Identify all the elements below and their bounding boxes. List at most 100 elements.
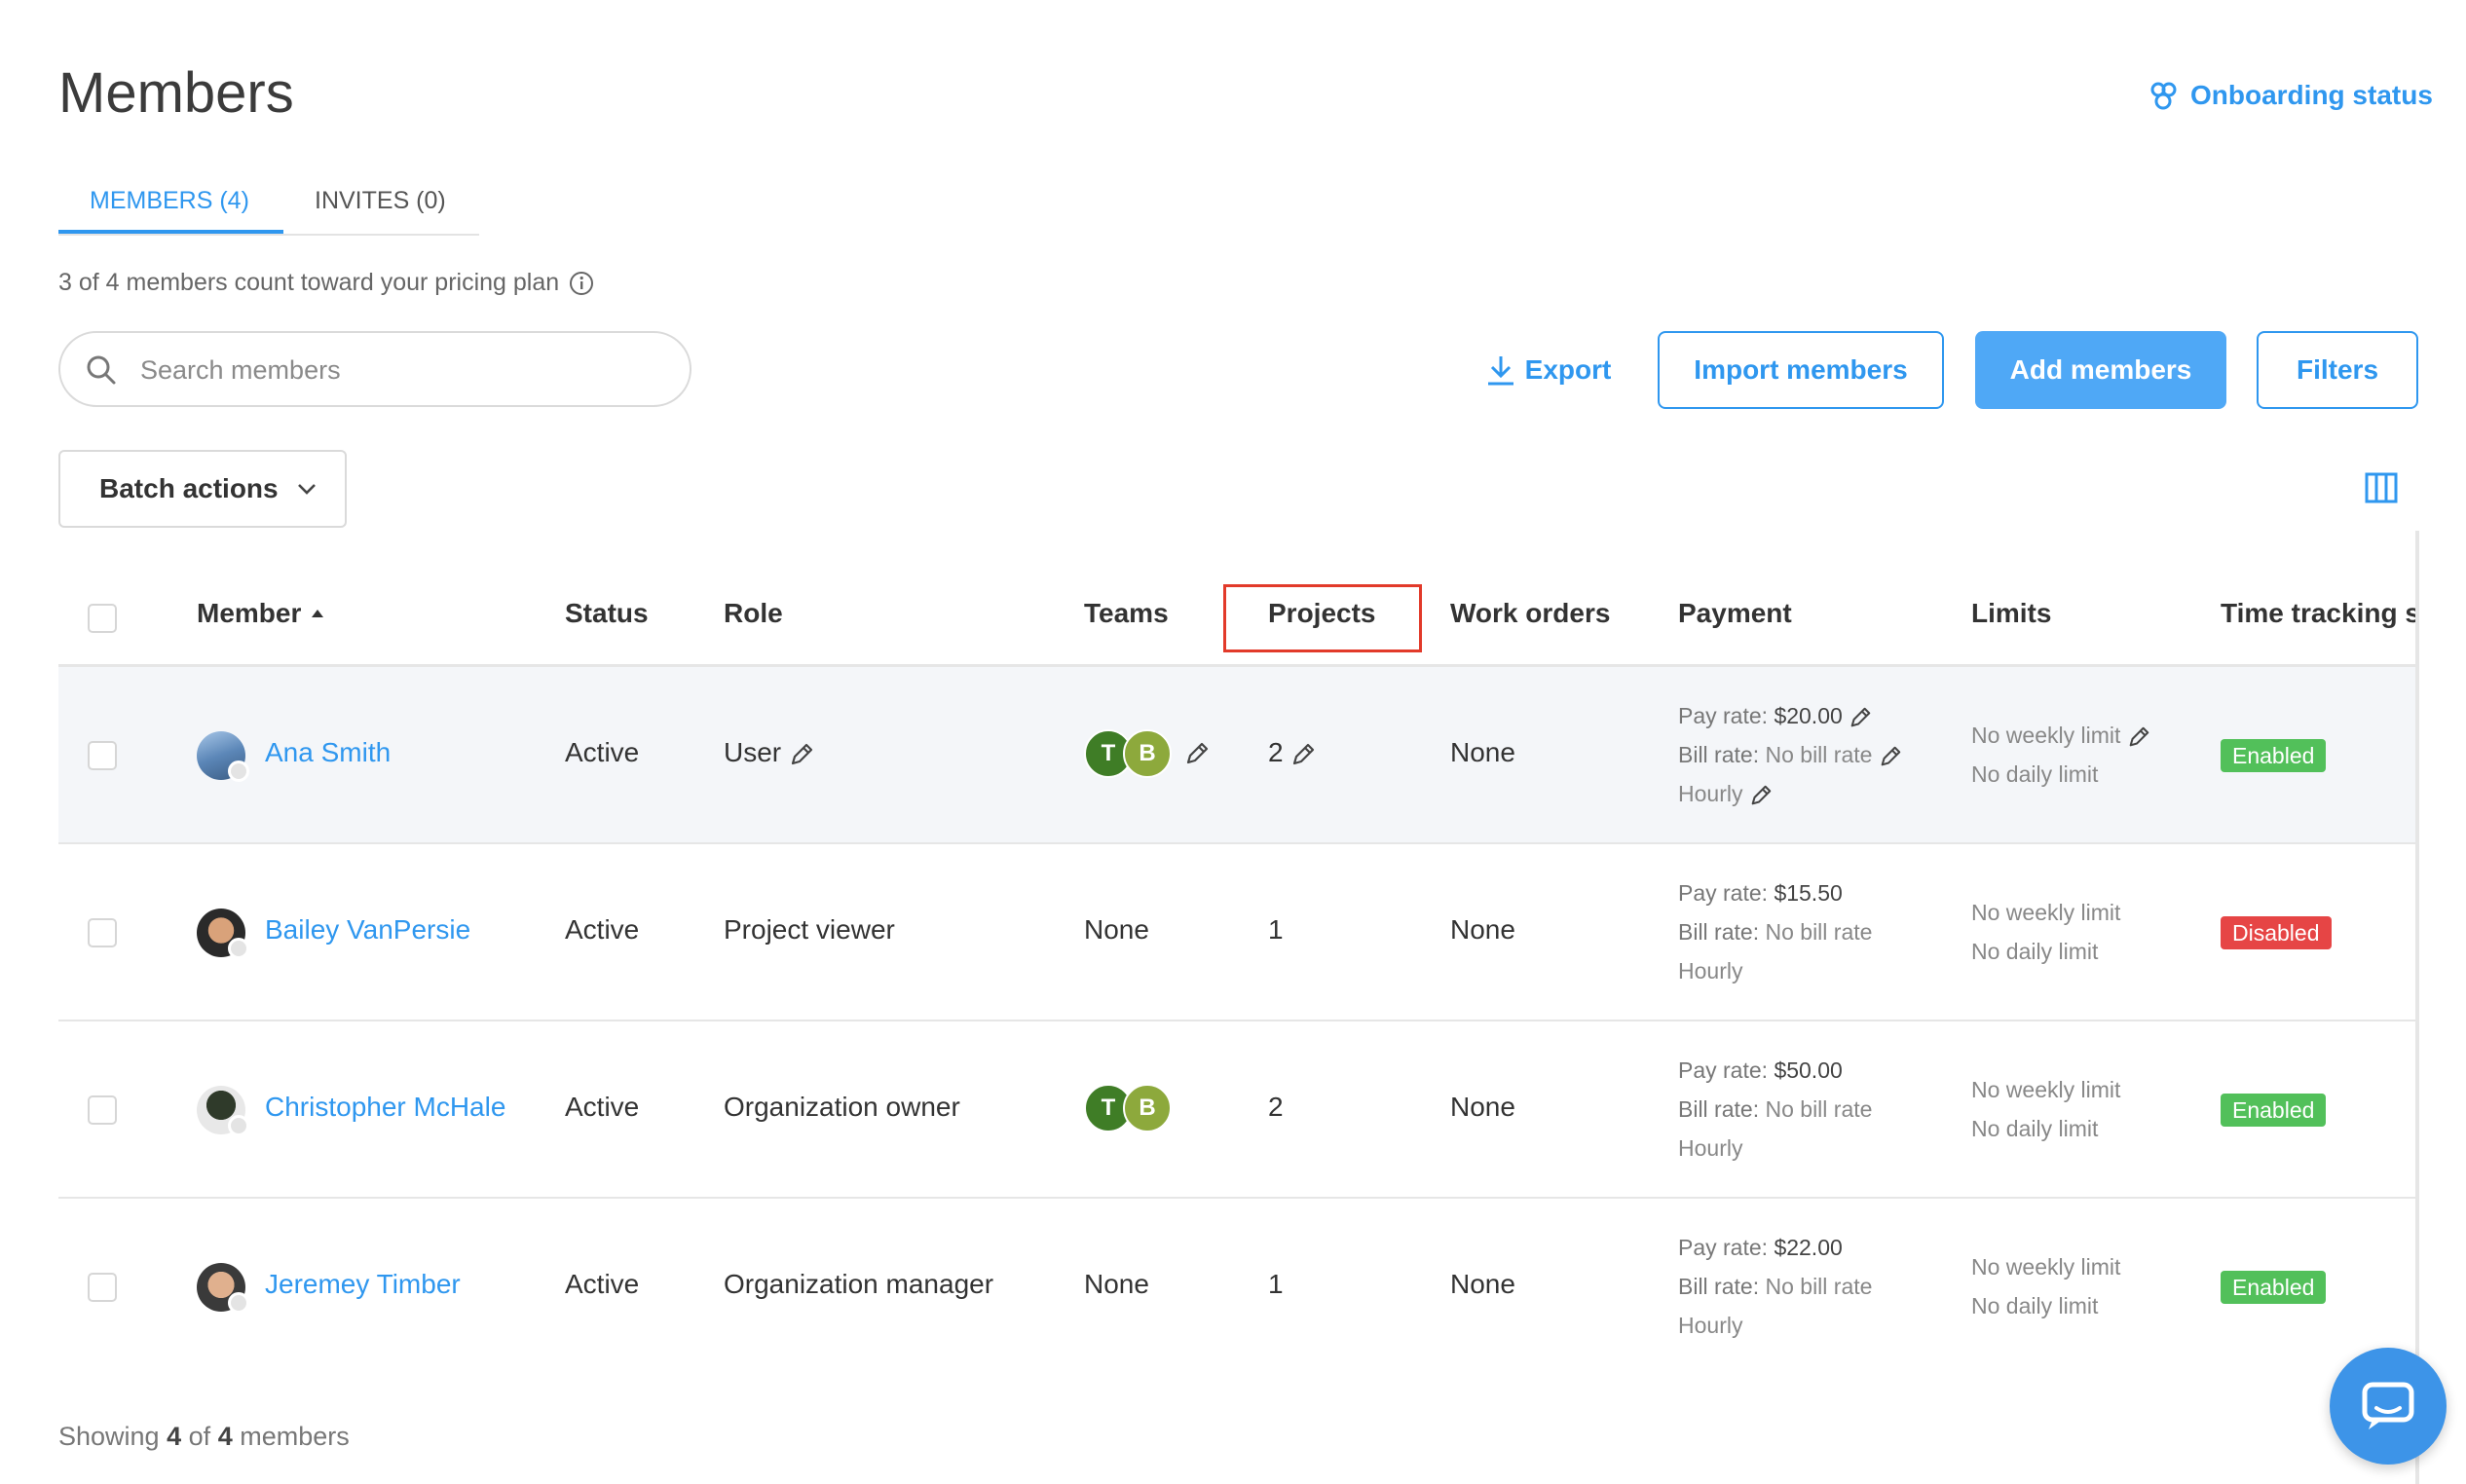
member-role: Organization owner xyxy=(724,1092,960,1122)
member-name-link[interactable]: Ana Smith xyxy=(265,737,391,768)
edit-teams-pencil-icon[interactable] xyxy=(1184,741,1210,766)
sort-asc-icon xyxy=(312,610,324,617)
pay-type: Hourly xyxy=(1678,1313,1743,1338)
pay-rate-value: $20.00 xyxy=(1774,703,1843,728)
member-status: Active xyxy=(565,1269,640,1299)
row-checkbox[interactable] xyxy=(88,741,117,770)
edit-pay-type-pencil-icon[interactable] xyxy=(1749,784,1773,807)
batch-actions-label: Batch actions xyxy=(99,473,279,503)
tabs: MEMBERS (4) INVITES (0) xyxy=(58,179,479,236)
member-limits: No weekly limit No daily limit xyxy=(1971,716,2150,794)
presence-dot xyxy=(228,761,249,782)
daily-limit: No daily limit xyxy=(1971,939,2099,964)
projects-count: 1 xyxy=(1268,914,1284,945)
export-button[interactable]: Export xyxy=(1480,331,1617,409)
tab-members[interactable]: MEMBERS (4) xyxy=(90,187,249,215)
member-teams: None xyxy=(1084,1269,1149,1299)
pay-type: Hourly xyxy=(1678,781,1743,806)
weekly-limit: No weekly limit xyxy=(1971,900,2121,925)
member-name-link[interactable]: Christopher McHale xyxy=(265,1092,505,1123)
info-icon[interactable] xyxy=(569,271,594,296)
projects-count: 2 xyxy=(1268,1092,1284,1122)
member-name-link[interactable]: Bailey VanPersie xyxy=(265,914,470,946)
pay-rate-value: $15.50 xyxy=(1774,880,1843,906)
member-limits: No weekly limit No daily limit xyxy=(1971,1070,2120,1148)
daily-limit: No daily limit xyxy=(1971,1116,2099,1141)
onboarding-status-link[interactable]: Onboarding status xyxy=(2148,76,2466,115)
table-row[interactable]: Jeremey Timber Active Organization manag… xyxy=(58,1199,2417,1376)
filters-button[interactable]: Filters xyxy=(2257,331,2418,409)
daily-limit: No daily limit xyxy=(1971,761,2099,787)
edit-limits-pencil-icon[interactable] xyxy=(2127,725,2150,749)
member-payment: Pay rate: $50.00 Bill rate: No bill rate… xyxy=(1678,1051,1872,1168)
chat-widget-button[interactable] xyxy=(2330,1348,2447,1465)
results-prefix: Showing xyxy=(58,1422,160,1451)
bill-rate-value: No bill rate xyxy=(1765,919,1873,945)
edit-role-pencil-icon[interactable] xyxy=(789,742,814,767)
pricing-plan-text: 3 of 4 members count toward your pricing… xyxy=(58,269,560,296)
results-total: 4 xyxy=(217,1422,233,1451)
team-avatar[interactable]: B xyxy=(1123,729,1172,778)
results-suffix: members xyxy=(240,1422,350,1451)
edit-pay-rate-pencil-icon[interactable] xyxy=(1849,706,1872,729)
member-status: Active xyxy=(565,914,640,945)
search-box xyxy=(58,331,691,407)
member-payment: Pay rate: $22.00 Bill rate: No bill rate… xyxy=(1678,1228,1872,1345)
column-header-limits: Limits xyxy=(1971,598,2052,628)
bill-rate-label: Bill rate: xyxy=(1678,1274,1760,1299)
table-scrollbar[interactable] xyxy=(2415,531,2419,1484)
tab-invites[interactable]: INVITES (0) xyxy=(315,187,446,215)
select-all-checkbox[interactable] xyxy=(88,604,117,633)
member-work-orders: None xyxy=(1450,737,1515,767)
row-checkbox[interactable] xyxy=(88,1273,117,1302)
table-row[interactable]: Bailey VanPersie Active Project viewer N… xyxy=(58,844,2417,1021)
chat-bubble-icon xyxy=(2362,1382,2414,1429)
avatar xyxy=(197,1086,249,1136)
bill-rate-label: Bill rate: xyxy=(1678,919,1760,945)
pay-type: Hourly xyxy=(1678,958,1743,983)
row-checkbox[interactable] xyxy=(88,1095,117,1125)
presence-dot xyxy=(228,1292,249,1314)
member-name-link[interactable]: Jeremey Timber xyxy=(265,1269,461,1300)
batch-actions-dropdown[interactable]: Batch actions xyxy=(58,450,347,528)
table-row[interactable]: Ana Smith Active User T B 2 None Pay rat… xyxy=(58,667,2417,844)
search-icon xyxy=(87,355,116,385)
pricing-plan-note: 3 of 4 members count toward your pricing… xyxy=(58,269,594,297)
import-members-button[interactable]: Import members xyxy=(1658,331,1944,409)
member-limits: No weekly limit No daily limit xyxy=(1971,1247,2120,1325)
edit-projects-pencil-icon[interactable] xyxy=(1290,742,1316,767)
pay-type: Hourly xyxy=(1678,1135,1743,1161)
pay-rate-label: Pay rate: xyxy=(1678,880,1769,906)
member-limits: No weekly limit No daily limit xyxy=(1971,893,2120,971)
add-members-button[interactable]: Add members xyxy=(1975,331,2226,409)
table-row[interactable]: Christopher McHale Active Organization o… xyxy=(58,1021,2417,1199)
team-avatar[interactable]: B xyxy=(1123,1084,1172,1132)
pay-rate-label: Pay rate: xyxy=(1678,703,1769,728)
projects-count: 2 xyxy=(1268,737,1284,767)
daily-limit: No daily limit xyxy=(1971,1293,2099,1318)
time-tracking-badge: Disabled xyxy=(2221,916,2332,949)
bill-rate-value: No bill rate xyxy=(1765,742,1873,767)
time-tracking-badge: Enabled xyxy=(2221,739,2327,772)
column-header-time-tracking: Time tracking st xyxy=(2221,598,2417,628)
presence-dot xyxy=(228,938,249,959)
chevron-down-icon xyxy=(297,484,316,495)
member-work-orders: None xyxy=(1450,1092,1515,1122)
column-header-work-orders: Work orders xyxy=(1450,598,1611,628)
edit-bill-rate-pencil-icon[interactable] xyxy=(1879,745,1902,768)
row-checkbox[interactable] xyxy=(88,918,117,947)
bill-rate-label: Bill rate: xyxy=(1678,742,1760,767)
column-header-member[interactable]: Member xyxy=(197,598,324,629)
columns-icon[interactable] xyxy=(2365,471,2398,504)
onboarding-status-label: Onboarding status xyxy=(2190,80,2433,110)
column-header-role: Role xyxy=(724,598,783,628)
search-input[interactable] xyxy=(138,347,668,393)
users-icon xyxy=(2150,82,2177,110)
column-header-member-label: Member xyxy=(197,598,302,628)
time-tracking-badge: Enabled xyxy=(2221,1271,2327,1304)
column-header-status: Status xyxy=(565,598,649,628)
member-projects: 2 xyxy=(1268,737,1316,768)
pay-rate-label: Pay rate: xyxy=(1678,1057,1769,1083)
weekly-limit: No weekly limit xyxy=(1971,1254,2121,1280)
projects-header-highlight xyxy=(1223,584,1422,652)
